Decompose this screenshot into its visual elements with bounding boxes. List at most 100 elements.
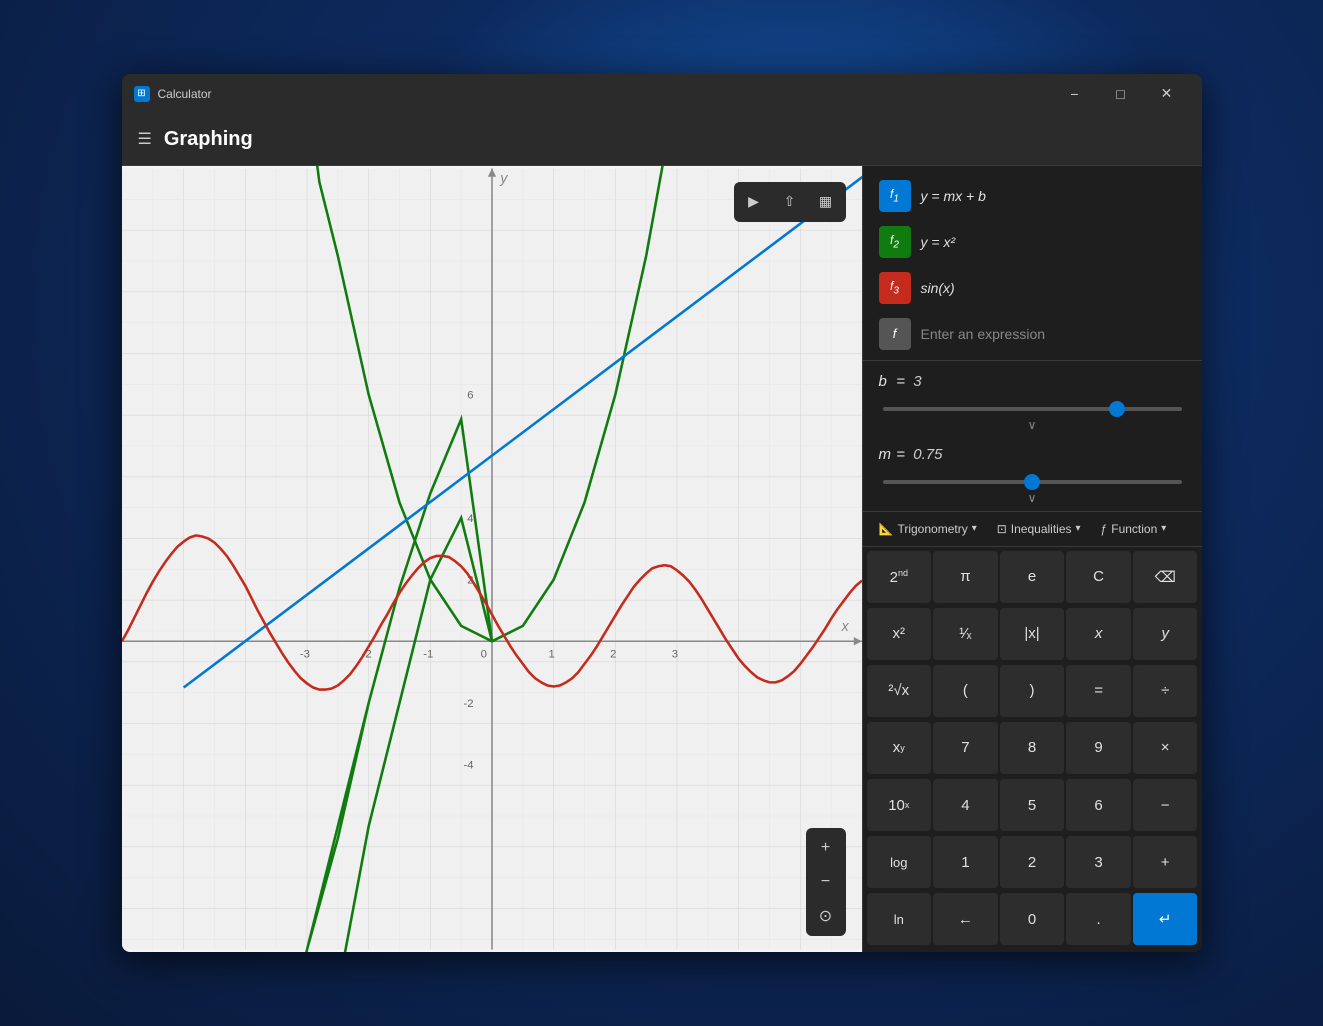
trig-chevron: ▾ bbox=[972, 523, 977, 534]
app-title: Calculator bbox=[158, 87, 1052, 101]
function-item-2[interactable]: f2 y = x² bbox=[871, 220, 1194, 264]
app-icon: ⊞ bbox=[134, 86, 150, 102]
slider-val-m: 0.75 bbox=[913, 446, 949, 463]
graph-svg: x y -2 -1 0 1 2 3 -3 6 4 2 -2 -4 bbox=[122, 166, 862, 952]
key-five[interactable]: 5 bbox=[1000, 779, 1065, 831]
svg-text:6: 6 bbox=[467, 390, 473, 402]
zoom-fit-button[interactable]: ⊙ bbox=[810, 900, 842, 932]
function-list: f1 y = mx + b f2 y = x² f3 sin(x) bbox=[863, 166, 1202, 360]
key-reciprocal[interactable]: ¹⁄ₓ bbox=[933, 608, 998, 660]
key-square[interactable]: x² bbox=[867, 608, 932, 660]
slider-var-m: m bbox=[879, 446, 889, 463]
svg-text:-3: -3 bbox=[299, 649, 309, 661]
key-backspace[interactable]: ⌫ bbox=[1133, 551, 1198, 603]
function-item-1[interactable]: f1 y = mx + b bbox=[871, 174, 1194, 218]
svg-text:-2: -2 bbox=[463, 698, 473, 710]
menu-icon[interactable]: ☰ bbox=[138, 129, 152, 149]
key-one[interactable]: 1 bbox=[933, 836, 998, 888]
select-tool-button[interactable]: ▶ bbox=[738, 186, 770, 218]
slider-input-m[interactable] bbox=[883, 480, 1182, 484]
function-item-3[interactable]: f3 sin(x) bbox=[871, 266, 1194, 310]
trig-icon: 📐 bbox=[879, 522, 894, 536]
function-badge-4: f bbox=[879, 318, 911, 350]
ineq-icon: ⊡ bbox=[997, 522, 1007, 536]
key-equals[interactable]: = bbox=[1066, 665, 1131, 717]
key-divide[interactable]: ÷ bbox=[1133, 665, 1198, 717]
key-nine[interactable]: 9 bbox=[1066, 722, 1131, 774]
key-abs[interactable]: |x| bbox=[1000, 608, 1065, 660]
slider-eq-b: = bbox=[897, 373, 906, 390]
ineq-label: Inequalities bbox=[1011, 522, 1072, 536]
svg-text:0: 0 bbox=[480, 649, 486, 661]
key-subtract[interactable]: − bbox=[1133, 779, 1198, 831]
right-panel: f1 y = mx + b f2 y = x² f3 sin(x) bbox=[862, 166, 1202, 952]
key-sqrt[interactable]: ²√x bbox=[867, 665, 932, 717]
maximize-button[interactable]: □ bbox=[1098, 74, 1144, 114]
key-var-x[interactable]: x bbox=[1066, 608, 1131, 660]
slider-eq-m: = bbox=[897, 446, 906, 463]
key-four[interactable]: 4 bbox=[933, 779, 998, 831]
inequalities-toolbar-button[interactable]: ⊡ Inequalities ▾ bbox=[989, 518, 1089, 540]
key-three[interactable]: 3 bbox=[1066, 836, 1131, 888]
key-six[interactable]: 6 bbox=[1066, 779, 1131, 831]
slider-row-b: b = 3 bbox=[879, 373, 1186, 390]
key-seven[interactable]: 7 bbox=[933, 722, 998, 774]
key-ten-power[interactable]: 10x bbox=[867, 779, 932, 831]
key-open-paren[interactable]: ( bbox=[933, 665, 998, 717]
function-badge-3: f3 bbox=[879, 272, 911, 304]
svg-text:3: 3 bbox=[671, 649, 677, 661]
function-item-4[interactable]: f Enter an expression bbox=[871, 312, 1194, 356]
key-power[interactable]: xy bbox=[867, 722, 932, 774]
key-log[interactable]: log bbox=[867, 836, 932, 888]
page-title: Graphing bbox=[164, 128, 253, 151]
header: ☰ Graphing bbox=[122, 114, 1202, 166]
key-pi[interactable]: π bbox=[933, 551, 998, 603]
key-add[interactable]: + bbox=[1133, 836, 1198, 888]
zoom-out-button[interactable]: − bbox=[810, 866, 842, 898]
key-decimal[interactable]: . bbox=[1066, 893, 1131, 945]
func-label: Function bbox=[1111, 522, 1157, 536]
zoom-in-button[interactable]: + bbox=[810, 832, 842, 864]
key-zero[interactable]: 0 bbox=[1000, 893, 1065, 945]
graph-zoom: + − ⊙ bbox=[806, 828, 846, 936]
ineq-chevron: ▾ bbox=[1076, 523, 1081, 534]
calculator-window: ⊞ Calculator − □ ✕ ☰ Graphing bbox=[122, 74, 1202, 952]
key-enter[interactable]: ↵ bbox=[1133, 893, 1198, 945]
key-two[interactable]: 2 bbox=[1000, 836, 1065, 888]
slider-track-m bbox=[883, 471, 1182, 489]
trace-tool-button[interactable]: ▦ bbox=[810, 186, 842, 218]
keypad-toolbar: 📐 Trigonometry ▾ ⊡ Inequalities ▾ ƒ Func… bbox=[863, 511, 1202, 547]
close-button[interactable]: ✕ bbox=[1144, 74, 1190, 114]
key-eight[interactable]: 8 bbox=[1000, 722, 1065, 774]
key-multiply[interactable]: × bbox=[1133, 722, 1198, 774]
window-controls: − □ ✕ bbox=[1052, 74, 1190, 114]
graph-toolbar: ▶ ⇧ ▦ bbox=[734, 182, 846, 222]
svg-text:2: 2 bbox=[610, 649, 616, 661]
graph-area: x y -2 -1 0 1 2 3 -3 6 4 2 -2 -4 bbox=[122, 166, 862, 952]
key-left-arrow[interactable]: ← bbox=[933, 893, 998, 945]
key-close-paren[interactable]: ) bbox=[1000, 665, 1065, 717]
slider-collapse-b[interactable]: ∨ bbox=[879, 416, 1186, 434]
keypad: 2nd π e C ⌫ x² ¹⁄ₓ |x| x y ²√x ( ) = ÷ x… bbox=[863, 547, 1202, 952]
svg-text:-1: -1 bbox=[423, 649, 433, 661]
key-var-y[interactable]: y bbox=[1133, 608, 1198, 660]
slider-track-b bbox=[883, 398, 1182, 416]
slider-section: b = 3 ∨ m = 0.75 ∨ bbox=[863, 360, 1202, 511]
share-tool-button[interactable]: ⇧ bbox=[774, 186, 806, 218]
key-second[interactable]: 2nd bbox=[867, 551, 932, 603]
key-e[interactable]: e bbox=[1000, 551, 1065, 603]
slider-input-b[interactable] bbox=[883, 407, 1182, 411]
function-badge-1: f1 bbox=[879, 180, 911, 212]
title-bar: ⊞ Calculator − □ ✕ bbox=[122, 74, 1202, 114]
trig-toolbar-button[interactable]: 📐 Trigonometry ▾ bbox=[871, 518, 985, 540]
key-clear[interactable]: C bbox=[1066, 551, 1131, 603]
minimize-button[interactable]: − bbox=[1052, 74, 1098, 114]
svg-text:y: y bbox=[499, 171, 508, 187]
slider-collapse-m[interactable]: ∨ bbox=[879, 489, 1186, 507]
key-ln[interactable]: ln bbox=[867, 893, 932, 945]
slider-row-m: m = 0.75 bbox=[879, 446, 1186, 463]
function-badge-2: f2 bbox=[879, 226, 911, 258]
function-toolbar-button[interactable]: ƒ Function ▾ bbox=[1093, 518, 1175, 540]
function-placeholder: Enter an expression bbox=[921, 326, 1046, 342]
func-icon: ƒ bbox=[1101, 522, 1108, 536]
